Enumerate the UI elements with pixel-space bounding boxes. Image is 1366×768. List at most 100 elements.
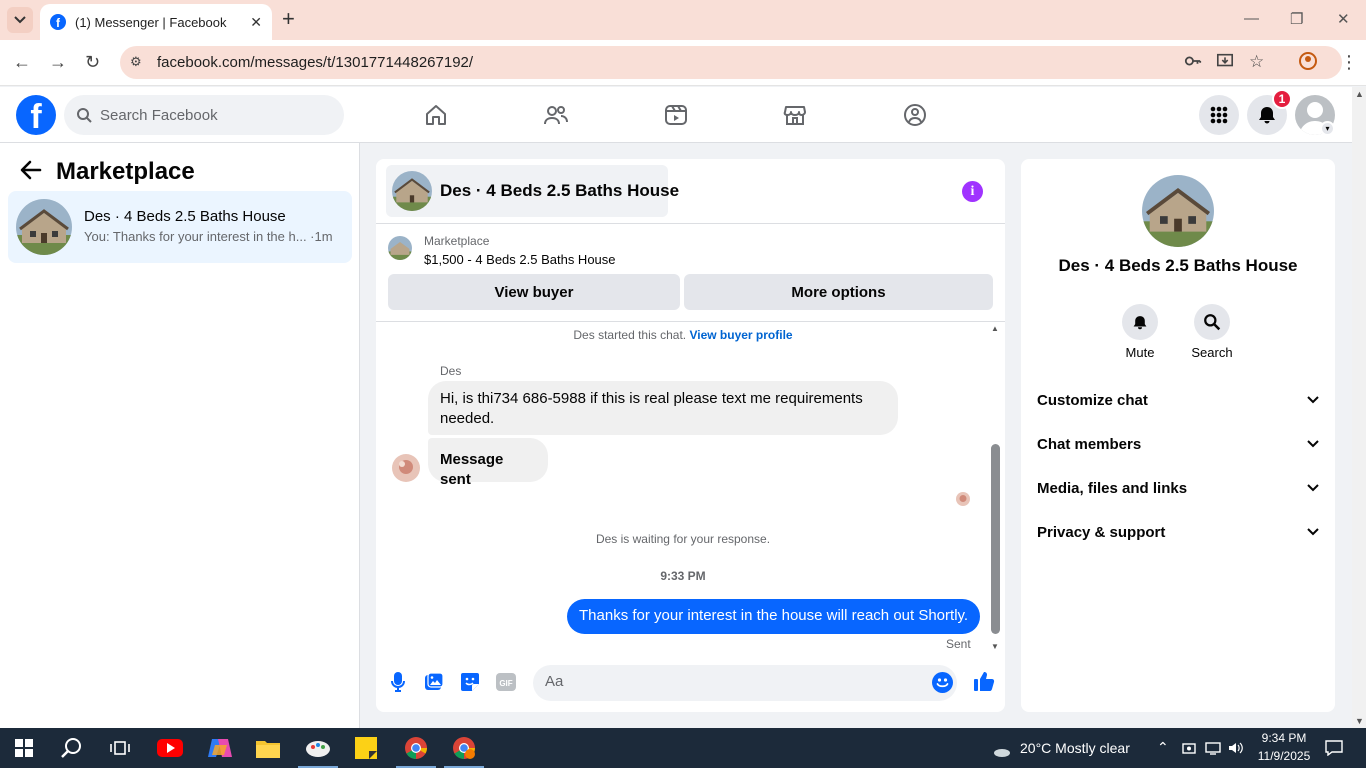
minimize-icon[interactable]: — — [1244, 10, 1259, 27]
view-buyer-button[interactable]: View buyer — [388, 274, 680, 310]
outgoing-message[interactable]: Thanks for your interest in the house wi… — [567, 599, 980, 634]
incoming-message[interactable]: Hi, is thi734 686-5988 if this is real p… — [428, 381, 898, 435]
conversation-snippet: You: Thanks for your interest in the h..… — [84, 229, 333, 244]
reload-icon[interactable]: ↻ — [85, 52, 100, 73]
section-label: Media, files and links — [1037, 479, 1188, 497]
message-composer: GIF — [376, 659, 1005, 709]
meet-now-icon[interactable] — [1179, 728, 1199, 768]
mute-label: Mute — [1125, 345, 1155, 360]
svg-text:GIF: GIF — [499, 679, 512, 688]
windows-start-icon[interactable] — [0, 728, 48, 768]
conversation-item[interactable]: Des · 4 Beds 2.5 Baths House You: Thanks… — [8, 191, 352, 263]
tab-search-button[interactable] — [7, 7, 33, 33]
scroll-down-icon[interactable]: ▼ — [1355, 716, 1364, 726]
video-icon[interactable] — [662, 102, 690, 128]
sender-avatar[interactable] — [392, 454, 420, 482]
site-info-icon[interactable]: ⚙ — [130, 54, 142, 70]
marketplace-icon[interactable] — [781, 102, 809, 128]
copilot-icon[interactable] — [196, 728, 244, 768]
search-conversation-button[interactable]: Search — [1182, 304, 1242, 360]
address-bar[interactable]: ⚙ facebook.com/messages/t/13017714482671… — [120, 46, 1342, 79]
menu-grid-button[interactable] — [1199, 95, 1239, 135]
message-timestamp: 9:33 PM — [660, 569, 706, 583]
youtube-icon[interactable] — [146, 728, 194, 768]
message-input[interactable] — [545, 673, 925, 690]
chat-members-row[interactable]: Chat members — [1029, 422, 1327, 466]
customize-chat-row[interactable]: Customize chat — [1029, 378, 1327, 422]
search-icon — [77, 108, 92, 123]
install-app-icon[interactable] — [1216, 52, 1234, 75]
listing-price-title[interactable]: $1,500 - 4 Beds 2.5 Baths House — [424, 252, 616, 267]
account-chevron-icon[interactable]: ▾ — [1320, 121, 1335, 136]
weather-text[interactable]: 20°C Mostly clear — [1020, 740, 1130, 756]
search-icon — [1194, 304, 1230, 340]
paint-app-icon[interactable] — [294, 728, 342, 768]
groups-icon[interactable] — [901, 102, 929, 128]
restore-icon[interactable]: ❐ — [1290, 10, 1303, 28]
window-close-icon[interactable]: ✕ — [1337, 10, 1350, 28]
clock-time[interactable]: 9:34 PM — [1252, 731, 1316, 745]
browser-tab-strip: f (1) Messenger | Facebook ✕ + — ❐ ✕ — [0, 0, 1366, 40]
scroll-up-icon[interactable]: ▲ — [991, 324, 999, 333]
more-options-button[interactable]: More options — [684, 274, 993, 310]
back-arrow-icon[interactable] — [20, 160, 42, 185]
media-files-links-row[interactable]: Media, files and links — [1029, 466, 1327, 510]
chrome-icon[interactable] — [392, 728, 440, 768]
chrome-menu-icon[interactable]: ⋮ — [1340, 52, 1358, 73]
facebook-favicon-icon: f — [50, 14, 66, 30]
photo-icon[interactable] — [423, 671, 445, 693]
section-label: Chat members — [1037, 435, 1142, 453]
tab-close-icon[interactable]: ✕ — [250, 14, 262, 31]
message-input-wrapper[interactable] — [533, 665, 957, 701]
sent-status: Sent — [946, 637, 971, 651]
notification-badge: 1 — [1272, 89, 1292, 109]
facebook-logo-icon[interactable]: f — [16, 95, 56, 135]
facebook-search[interactable] — [64, 95, 344, 135]
taskbar-search-icon[interactable] — [48, 728, 96, 768]
volume-icon[interactable] — [1226, 728, 1246, 768]
details-name: Des · 4 Beds 2.5 Baths House — [1058, 256, 1298, 275]
search-input[interactable] — [100, 106, 320, 124]
microphone-icon[interactable] — [387, 671, 409, 693]
details-avatar — [1142, 175, 1214, 247]
network-icon[interactable] — [1203, 728, 1223, 768]
home-icon[interactable] — [422, 102, 450, 128]
chat-header[interactable]: Des · 4 Beds 2.5 Baths House — [386, 165, 679, 217]
sticker-icon[interactable] — [459, 671, 481, 693]
browser-tab-messenger[interactable]: f (1) Messenger | Facebook ✕ — [40, 4, 272, 40]
search-label: Search — [1191, 345, 1233, 360]
windows-taskbar: 20°C Mostly clear ⌃ 9:34 PM 11/9/2025 — [0, 728, 1366, 768]
notification-center-icon[interactable] — [1320, 728, 1348, 768]
thumbs-up-icon[interactable] — [972, 669, 996, 693]
scroll-up-icon[interactable]: ▲ — [1355, 89, 1364, 99]
emoji-icon[interactable] — [932, 672, 953, 693]
chat-avatar — [392, 171, 432, 211]
view-buyer-profile-link[interactable]: View buyer profile — [689, 328, 792, 342]
show-hidden-icons-icon[interactable]: ⌃ — [1157, 739, 1169, 756]
clock-date[interactable]: 11/9/2025 — [1252, 749, 1316, 763]
gif-icon[interactable]: GIF — [495, 671, 517, 693]
password-key-icon[interactable] — [1184, 52, 1202, 75]
bookmark-star-icon[interactable]: ☆ — [1249, 52, 1264, 72]
scroll-down-icon[interactable]: ▼ — [991, 642, 999, 651]
new-tab-icon[interactable]: + — [282, 8, 295, 30]
back-icon[interactable]: ← — [13, 52, 31, 73]
mute-button[interactable]: Mute — [1110, 304, 1170, 360]
chat-scrollbar[interactable]: ▲ ▼ — [990, 324, 1002, 651]
scrollbar-thumb[interactable] — [991, 444, 1000, 634]
sticky-notes-icon[interactable] — [342, 728, 390, 768]
page-scrollbar[interactable]: ▲ ▼ — [1352, 87, 1366, 728]
incoming-message[interactable]: Message sent — [428, 438, 548, 488]
bell-icon — [1122, 304, 1158, 340]
chevron-down-icon — [1307, 440, 1319, 448]
task-view-icon[interactable] — [96, 728, 144, 768]
file-explorer-icon[interactable] — [244, 728, 292, 768]
conversation-list-panel: Marketplace Des · 4 Beds 2.5 Baths House… — [0, 143, 360, 728]
chrome-profile-icon[interactable] — [1298, 51, 1318, 76]
info-icon[interactable]: i — [962, 181, 983, 202]
weather-icon[interactable] — [982, 728, 1018, 768]
chrome-profile-app-icon[interactable] — [440, 728, 488, 768]
privacy-support-row[interactable]: Privacy & support — [1029, 510, 1327, 554]
friends-icon[interactable] — [542, 102, 570, 128]
forward-icon[interactable]: → — [49, 52, 67, 73]
